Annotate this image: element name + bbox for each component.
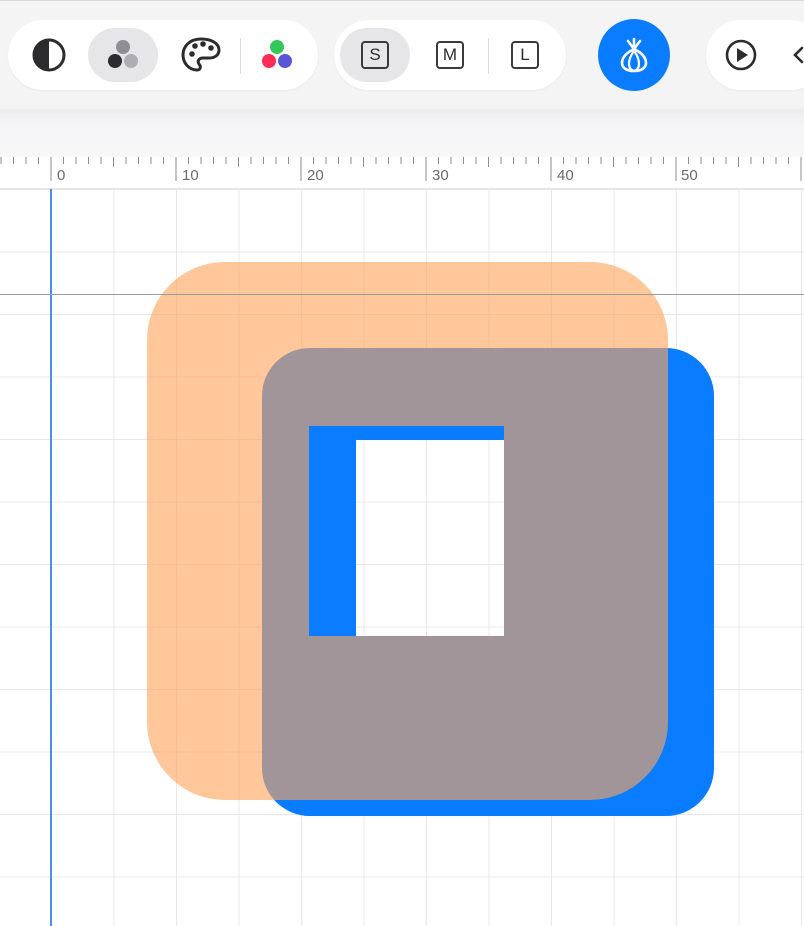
onion-icon bbox=[620, 37, 648, 73]
play-button[interactable] bbox=[706, 28, 776, 82]
shapes-button[interactable] bbox=[88, 28, 158, 82]
toolbar-separator bbox=[488, 38, 489, 74]
onion-skin-button[interactable] bbox=[598, 19, 670, 91]
contrast-icon bbox=[32, 38, 66, 72]
canvas-artwork bbox=[147, 262, 714, 816]
rgb-button[interactable] bbox=[242, 28, 312, 82]
rgb-dots-icon bbox=[262, 40, 292, 68]
size-l-label: L bbox=[511, 41, 539, 69]
contrast-button[interactable] bbox=[14, 28, 84, 82]
ruler-label-0: 0 bbox=[57, 167, 66, 184]
ruler-label-50: 50 bbox=[681, 167, 698, 184]
ruler-label-40: 40 bbox=[557, 167, 574, 184]
ruler-label-20: 20 bbox=[307, 167, 324, 184]
shapes-icon bbox=[108, 40, 138, 68]
palette-icon bbox=[181, 37, 221, 72]
play-icon bbox=[725, 39, 757, 71]
size-s-label: S bbox=[361, 41, 389, 69]
toolbar-separator bbox=[240, 38, 241, 74]
vertical-guide[interactable] bbox=[50, 189, 52, 926]
toolbar-subbar bbox=[0, 109, 804, 157]
palette-button[interactable] bbox=[166, 28, 236, 82]
drawing-canvas[interactable] bbox=[0, 189, 804, 926]
horizontal-ruler[interactable]: 0 10 20 30 40 50 bbox=[0, 157, 804, 189]
size-l-button[interactable]: L bbox=[490, 28, 560, 82]
size-s-button[interactable]: S bbox=[340, 28, 410, 82]
onion-skin-frame bbox=[147, 262, 668, 800]
size-m-button[interactable]: M bbox=[415, 28, 485, 82]
next-tool-icon[interactable] bbox=[790, 40, 804, 70]
size-m-label: M bbox=[436, 41, 464, 69]
ruler-label-10: 10 bbox=[182, 167, 199, 184]
horizontal-guide[interactable] bbox=[0, 294, 804, 295]
ruler-label-30: 30 bbox=[432, 167, 449, 184]
